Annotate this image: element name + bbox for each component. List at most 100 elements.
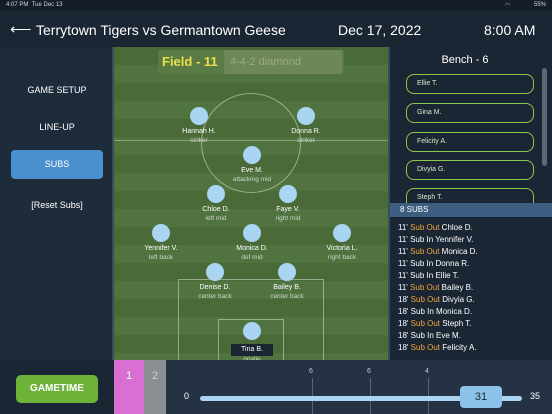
sub-row: 11' Sub Out Chloe D. [398, 223, 473, 232]
bench-scrollbar[interactable] [542, 68, 547, 166]
sub-player: Eve M. [436, 331, 461, 340]
player-name: Bailey B. [273, 284, 301, 291]
sub-minute: 11' [398, 235, 408, 244]
player-slot[interactable]: Faye V. right mid [248, 185, 328, 222]
player-name: Yennifer V. [144, 245, 178, 252]
player-name: Donna R. [291, 128, 321, 135]
player-name: Tina B. [241, 346, 263, 353]
half-2-tab[interactable]: 2 [144, 360, 166, 414]
sub-row: 18' Sub In Monica D. [398, 307, 472, 316]
sub-type: Sub In [410, 331, 434, 340]
sub-type: Sub Out [410, 319, 441, 328]
player-slot[interactable]: Chloe D. left mid [176, 185, 256, 222]
player-token[interactable] [207, 185, 225, 203]
player-position: center back [198, 293, 232, 300]
bench-player[interactable]: Ellie T. [406, 74, 534, 94]
sub-row: 18' Sub In Eve M. [398, 331, 461, 340]
player-position: right mid [275, 215, 301, 222]
sub-minute: 18' [398, 331, 409, 340]
player-position: left back [148, 254, 174, 261]
player-slot[interactable]: Donna R. striker [266, 107, 346, 144]
sub-row: 11' Sub In Ellie T. [398, 271, 459, 280]
game-time-slider-thumb[interactable]: 31 [460, 386, 502, 408]
page-title: Terrytown Tigers vs Germantown Geese [36, 22, 286, 38]
status-bar: 4:07 PM Tue Dec 13 ◠ 55% [0, 0, 552, 11]
timeline-tick-label: 6 [367, 368, 371, 375]
subs-log: 8 SUBS 11' Sub Out Chloe D. 11' Sub In Y… [390, 203, 552, 360]
sub-row: 18' Sub Out Steph T. [398, 319, 471, 328]
header: ⟵ Terrytown Tigers vs Germantown Geese D… [0, 11, 552, 47]
game-date: Dec 17, 2022 [338, 22, 422, 38]
sub-row: 11' Sub Out Monica D. [398, 247, 478, 256]
player-token[interactable] [333, 224, 351, 242]
sub-minute: 11' [398, 283, 408, 292]
player-position: center back [270, 293, 304, 300]
player-token[interactable] [243, 146, 261, 164]
sub-player: Chloe D. [441, 223, 473, 232]
sub-player: Monica D. [441, 247, 478, 256]
player-name: Faye V. [276, 206, 300, 213]
bench-player[interactable]: Gina M. [406, 103, 534, 123]
sub-type: Sub Out [410, 247, 440, 256]
reset-subs-button[interactable]: [Reset Subs] [11, 200, 103, 210]
game-time: 8:00 AM [484, 22, 536, 38]
player-position: attacking mid [232, 176, 272, 183]
half-1-tab[interactable]: 1 [114, 360, 144, 414]
bench-player[interactable]: Steph T. [406, 188, 534, 203]
wifi-icon: ◠ [504, 3, 510, 9]
arrow-left-icon[interactable]: ⟵ [10, 20, 32, 38]
player-slot[interactable]: Eve M. attacking mid [212, 146, 292, 183]
subs-count: 8 SUBS [390, 203, 552, 217]
timeline-tick-label: 6 [309, 368, 313, 375]
sub-player: Monica D. [436, 307, 473, 316]
player-slot[interactable]: Bailey B. center back [247, 263, 327, 300]
player-slot[interactable] [212, 322, 292, 340]
status-time: 4:07 PM Tue Dec 13 [6, 2, 63, 8]
field-panel: Field - 11 4-4-2 diamond Hannah H. strik… [112, 47, 390, 360]
formation-select[interactable]: 4-4-2 diamond [224, 50, 342, 74]
player-token[interactable] [279, 185, 297, 203]
bench-player[interactable]: Felicity A. [406, 132, 534, 152]
bench-player[interactable]: Divyia G. [406, 160, 534, 180]
player-position: striker [190, 137, 208, 144]
sub-row: 11' Sub In Donna R. [398, 259, 469, 268]
player-token[interactable] [278, 263, 296, 281]
sub-row: 18' Sub Out Divyia G. [398, 295, 475, 304]
sub-type: Sub In [410, 271, 434, 280]
sub-minute: 11' [398, 247, 408, 256]
sub-player: Bailey B. [441, 283, 474, 292]
sub-type: Sub In [410, 235, 434, 244]
bench-title: Bench - 6 [441, 54, 489, 66]
battery-level: 55% [533, 2, 546, 8]
player-slot[interactable]: Monica D. def mid [212, 224, 292, 261]
sub-row: 11' Sub In Yennifer V. [398, 235, 473, 244]
sub-minute: 18' [398, 307, 409, 316]
player-name: Denise D. [199, 284, 231, 291]
player-slot[interactable]: Victoria L. right back [302, 224, 382, 261]
player-name: Eve M. [241, 167, 263, 174]
sidebar-item-game-setup[interactable]: GAME SETUP [11, 85, 103, 95]
sub-player: Donna R. [435, 259, 470, 268]
player-token[interactable] [206, 263, 224, 281]
player-token[interactable] [243, 322, 261, 340]
timeline-tick-label: 4 [425, 368, 429, 375]
gametime-button[interactable]: GAMETIME [16, 375, 98, 403]
player-slot[interactable]: Yennifer V. left back [121, 224, 201, 261]
slider-min: 0 [184, 391, 190, 401]
sidebar-item-line-up[interactable]: LINE-UP [11, 122, 103, 132]
player-name: Chloe D. [202, 206, 230, 213]
player-slot[interactable]: Hannah H. striker [159, 107, 239, 144]
sub-player: Divyia G. [442, 295, 475, 304]
sub-type: Sub Out [410, 343, 441, 352]
player-token[interactable] [243, 224, 261, 242]
player-token[interactable] [190, 107, 208, 125]
player-token[interactable] [297, 107, 315, 125]
player-slot[interactable]: Denise D. center back [175, 263, 255, 300]
sub-row: 11' Sub Out Bailey B. [398, 283, 473, 292]
sub-minute: 11' [398, 223, 408, 232]
sub-row: 18' Sub Out Felicity A. [398, 343, 477, 352]
sub-type: Sub Out [410, 283, 440, 292]
player-name: Hannah H. [182, 128, 216, 135]
player-token[interactable] [152, 224, 170, 242]
sidebar-item-subs[interactable]: SUBS [11, 150, 103, 179]
